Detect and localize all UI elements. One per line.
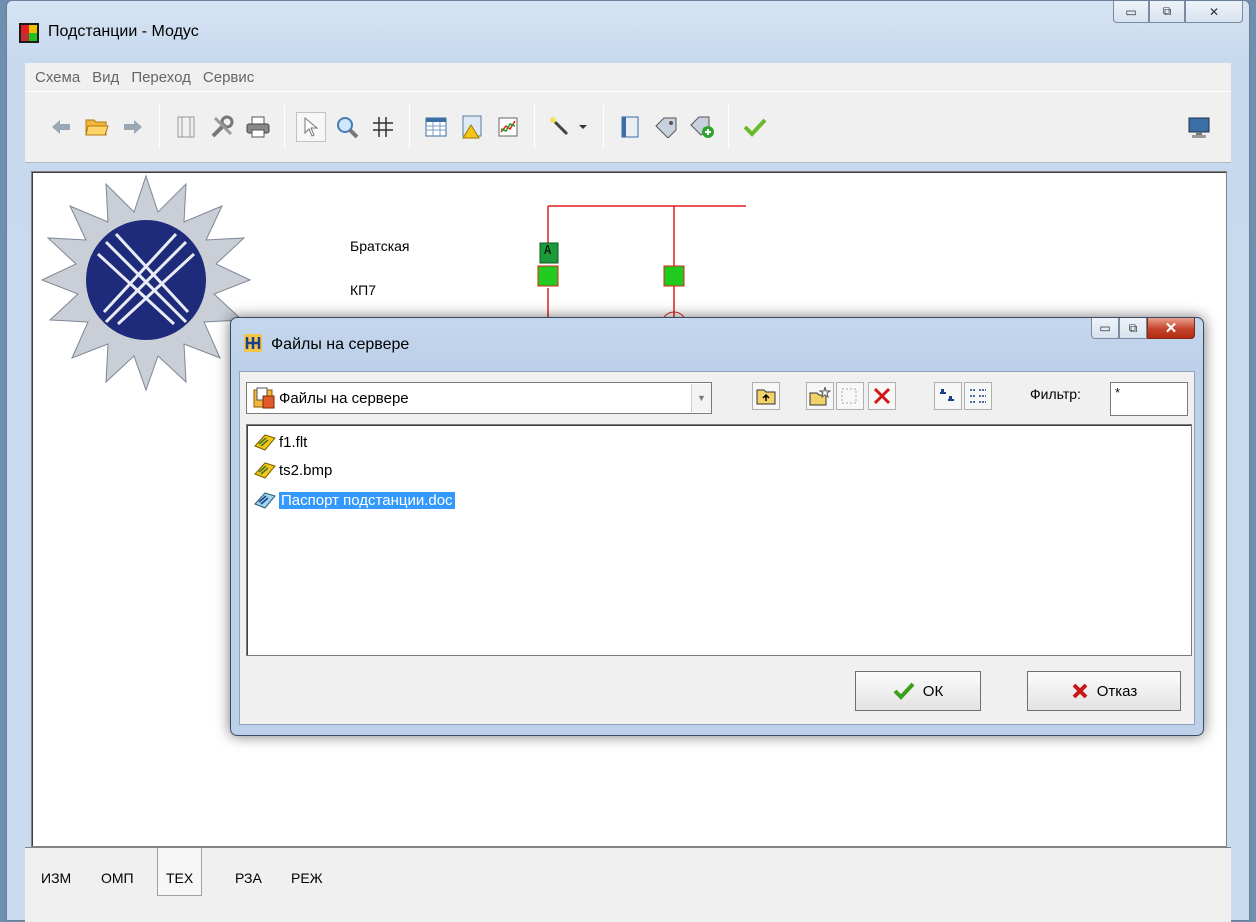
file-name: ts2.bmp bbox=[279, 461, 333, 479]
status-tabs: ИЗМ ОМП ТЕХ РЗА РЕЖ bbox=[25, 847, 1231, 922]
ok-button[interactable]: ОК bbox=[855, 671, 981, 711]
menu-navigate[interactable]: Переход bbox=[131, 69, 191, 86]
minimize-button[interactable]: ▭ bbox=[1113, 1, 1149, 23]
company-logo bbox=[40, 174, 252, 392]
list-view-button[interactable] bbox=[934, 382, 962, 410]
checkmark-icon bbox=[893, 682, 915, 700]
menu-service[interactable]: Сервис bbox=[203, 69, 254, 86]
filter-label: Фильтр: bbox=[1030, 386, 1081, 402]
tab-rza[interactable]: РЗА bbox=[235, 860, 262, 896]
forward-arrow-icon[interactable] bbox=[118, 112, 148, 142]
file-icon bbox=[254, 462, 276, 479]
window-controls: ▭ ⧉ ✕ bbox=[1113, 1, 1243, 23]
file-name: Паспорт подстанции.doc bbox=[279, 491, 455, 509]
toolbar-separator bbox=[603, 105, 604, 149]
file-icon bbox=[254, 434, 276, 451]
title-bar[interactable]: Подстанции - Модус ▭ ⧉ ✕ bbox=[7, 1, 1249, 61]
window-title: Подстанции - Модус bbox=[48, 23, 199, 40]
file-name: f1.flt bbox=[279, 433, 308, 451]
menu-view[interactable]: Вид bbox=[92, 69, 119, 86]
minimize-icon: ▭ bbox=[1125, 4, 1137, 19]
close-icon: ✕ bbox=[1164, 320, 1178, 337]
rename-button[interactable] bbox=[836, 382, 864, 410]
checkmark-icon[interactable] bbox=[740, 112, 770, 142]
list-view-icon bbox=[940, 389, 954, 401]
toolbar-separator bbox=[159, 105, 160, 149]
ok-label: ОК bbox=[922, 682, 944, 700]
minimize-icon: ▭ bbox=[1099, 321, 1111, 335]
tab-omp[interactable]: ОМП bbox=[101, 860, 134, 896]
location-text: Файлы на сервере bbox=[279, 389, 409, 407]
toolbar bbox=[25, 91, 1231, 163]
up-folder-icon bbox=[756, 389, 776, 405]
magic-wand-icon[interactable] bbox=[546, 112, 592, 142]
grid-icon[interactable] bbox=[368, 112, 398, 142]
server-folder-icon bbox=[253, 387, 275, 409]
dialog-app-icon bbox=[244, 334, 262, 352]
toolbar-separator bbox=[728, 105, 729, 149]
close-button[interactable]: ✕ bbox=[1185, 1, 1243, 23]
pointer-icon[interactable] bbox=[296, 112, 326, 142]
chart-icon[interactable] bbox=[493, 112, 523, 142]
maximize-icon: ⧉ bbox=[1162, 4, 1172, 18]
close-icon: ✕ bbox=[1208, 4, 1220, 19]
monitor-icon[interactable] bbox=[1184, 113, 1214, 143]
toolbar-separator bbox=[409, 105, 410, 149]
tab-teh[interactable]: ТЕХ bbox=[157, 848, 203, 896]
tab-izm[interactable]: ИЗМ bbox=[41, 860, 71, 896]
toolbar-separator bbox=[534, 105, 535, 149]
dialog-controls: ▭ ⧉ ✕ bbox=[1091, 318, 1195, 339]
dialog-close-button[interactable]: ✕ bbox=[1147, 318, 1195, 339]
up-folder-button[interactable] bbox=[752, 382, 780, 410]
new-folder-icon bbox=[809, 386, 831, 406]
location-combo[interactable]: Файлы на сервере ▼ bbox=[246, 382, 712, 414]
kp-label: КП7 bbox=[350, 282, 377, 298]
back-arrow-icon[interactable] bbox=[46, 112, 76, 142]
cancel-x-icon bbox=[1072, 683, 1088, 699]
list-item[interactable]: Паспорт подстанции.doc bbox=[253, 489, 455, 511]
cancel-label: Отказ bbox=[1096, 682, 1138, 700]
tag-add-icon[interactable] bbox=[687, 112, 717, 142]
file-icon bbox=[254, 492, 276, 509]
list-item[interactable]: ts2.bmp bbox=[253, 459, 332, 481]
filter-input[interactable]: * bbox=[1110, 382, 1188, 416]
new-folder-button[interactable] bbox=[806, 382, 834, 410]
frame-icon[interactable] bbox=[171, 112, 201, 142]
dialog-maximize-button[interactable]: ⧉ bbox=[1119, 318, 1147, 339]
toolbar-separator bbox=[284, 105, 285, 149]
tools-icon[interactable] bbox=[207, 112, 237, 142]
tab-rezh[interactable]: РЕЖ bbox=[291, 860, 323, 896]
open-folder-icon[interactable] bbox=[82, 112, 112, 142]
files-dialog: Файлы на сервере ▭ ⧉ ✕ Файлы на сервере … bbox=[230, 317, 1204, 736]
breaker-badge-label: A bbox=[544, 243, 552, 257]
table-icon[interactable] bbox=[421, 112, 451, 142]
maximize-icon: ⧉ bbox=[1128, 320, 1138, 335]
details-view-button[interactable] bbox=[964, 382, 992, 410]
dialog-minimize-button[interactable]: ▭ bbox=[1091, 318, 1119, 339]
menu-schema[interactable]: Схема bbox=[35, 69, 80, 86]
app-icon bbox=[19, 23, 39, 43]
dialog-title: Файлы на сервере bbox=[271, 336, 410, 353]
file-list[interactable]: f1.flt ts2.bmp Паспорт подстанции.doc bbox=[246, 424, 1192, 656]
maximize-button[interactable]: ⧉ bbox=[1149, 1, 1185, 23]
zoom-icon[interactable] bbox=[332, 112, 362, 142]
print-icon[interactable] bbox=[243, 112, 273, 142]
details-view-icon bbox=[970, 389, 986, 403]
tag-icon[interactable] bbox=[651, 112, 681, 142]
station-name-label: Братская bbox=[350, 238, 410, 254]
book-icon[interactable] bbox=[615, 112, 645, 142]
delete-icon bbox=[873, 387, 891, 405]
warning-report-icon[interactable] bbox=[457, 112, 487, 142]
delete-button[interactable] bbox=[868, 382, 896, 410]
chevron-down-icon[interactable]: ▼ bbox=[691, 384, 711, 412]
cancel-button[interactable]: Отказ bbox=[1027, 671, 1181, 711]
list-item[interactable]: f1.flt bbox=[253, 431, 307, 453]
rename-icon bbox=[841, 388, 857, 404]
dialog-body: Файлы на сервере ▼ Фильтр: * f1.flt ts2.… bbox=[239, 371, 1195, 725]
menu-bar: Схема Вид Переход Сервис bbox=[25, 63, 1231, 91]
